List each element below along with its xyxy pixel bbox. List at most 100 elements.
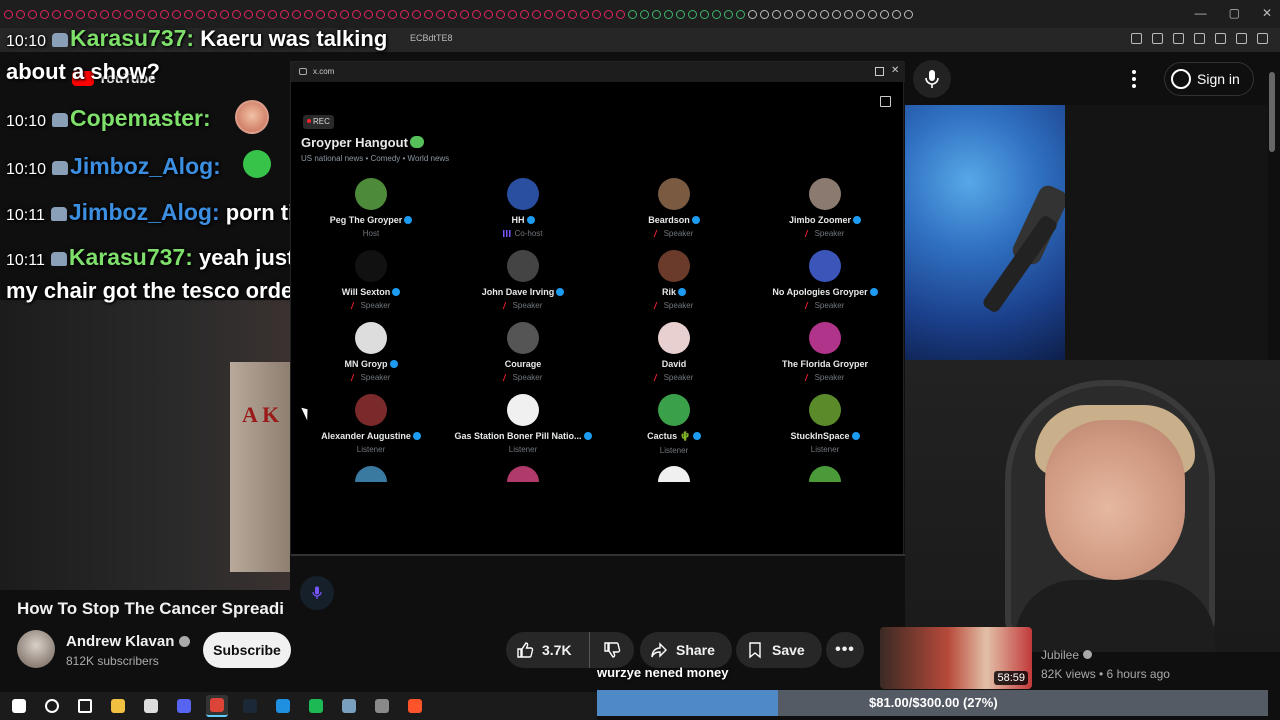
participant-avatar[interactable] — [355, 466, 387, 482]
taskbar-discord-button[interactable] — [173, 695, 195, 717]
browser-tab-favicon[interactable] — [412, 9, 421, 19]
browser-tab-favicon[interactable] — [760, 9, 769, 19]
browser-tab-favicon[interactable] — [700, 9, 709, 19]
browser-tab-favicon[interactable] — [124, 9, 133, 19]
browser-tab-favicon[interactable] — [640, 9, 649, 19]
browser-tab-favicon[interactable] — [220, 9, 229, 19]
browser-tab-favicon[interactable] — [76, 9, 85, 19]
browser-tab-favicon[interactable] — [532, 9, 541, 19]
browser-tab-favicon[interactable] — [784, 9, 793, 19]
participant-avatar[interactable] — [809, 250, 841, 282]
browser-tab-favicon[interactable] — [868, 9, 877, 19]
browser-tab-favicon[interactable] — [64, 9, 73, 19]
browser-tab-favicon[interactable] — [160, 9, 169, 19]
taskbar-search-button[interactable] — [41, 695, 63, 717]
browser-tab-favicon[interactable] — [88, 9, 97, 19]
space-participant[interactable]: Peg The Groyper Host — [296, 178, 446, 238]
browser-tab-favicon[interactable] — [628, 9, 637, 19]
browser-tab-favicon[interactable] — [892, 9, 901, 19]
extension-icon[interactable] — [1257, 33, 1268, 44]
space-participant[interactable]: No Apologies Groyper Speaker — [750, 250, 900, 310]
space-participant[interactable] — [448, 466, 598, 482]
browser-tab-favicon[interactable] — [184, 9, 193, 19]
site-info-icon[interactable] — [299, 68, 307, 75]
browser-tab-favicon[interactable] — [256, 9, 265, 19]
browser-tab-favicon[interactable] — [844, 9, 853, 19]
popup-close-icon[interactable]: ✕ — [891, 65, 899, 76]
extension-icon[interactable] — [1152, 33, 1163, 44]
taskbar-brave-button[interactable] — [404, 695, 426, 717]
save-button[interactable]: Save — [736, 632, 822, 668]
participant-avatar[interactable] — [355, 322, 387, 354]
taskbar-windows-button[interactable] — [8, 695, 30, 717]
channel-name-text[interactable]: Andrew Klavan — [66, 633, 174, 650]
browser-tab-favicon[interactable] — [208, 9, 217, 19]
browser-tab-favicon[interactable] — [736, 9, 745, 19]
browser-tab-favicon[interactable] — [28, 9, 37, 19]
browser-tab-favicon[interactable] — [436, 9, 445, 19]
browser-tab-favicon[interactable] — [604, 9, 613, 19]
participant-avatar[interactable] — [507, 322, 539, 354]
browser-tab-favicon[interactable] — [652, 9, 661, 19]
taskbar-app-button[interactable] — [338, 695, 360, 717]
taskbar-chrome-button[interactable] — [206, 695, 228, 717]
space-mic-button[interactable] — [300, 576, 334, 610]
recommended-channel[interactable]: Jubilee — [1041, 648, 1093, 662]
participant-avatar[interactable] — [355, 250, 387, 282]
space-participant[interactable] — [750, 466, 900, 482]
browser-tab-favicon[interactable] — [400, 9, 409, 19]
browser-tab-favicon[interactable] — [820, 9, 829, 19]
browser-tab-favicon[interactable] — [580, 9, 589, 19]
browser-tab-favicon[interactable] — [424, 9, 433, 19]
browser-tab-favicon[interactable] — [592, 9, 601, 19]
minimize-icon[interactable]: — — [1195, 6, 1207, 20]
space-participant[interactable]: MN Groyp Speaker — [296, 322, 446, 382]
browser-tab-favicon[interactable] — [4, 9, 13, 19]
participant-avatar[interactable] — [809, 322, 841, 354]
browser-tab-favicon[interactable] — [388, 9, 397, 19]
space-participant[interactable]: David Speaker — [599, 322, 749, 382]
browser-tab-favicon[interactable] — [40, 9, 49, 19]
space-participant[interactable]: John Dave Irving Speaker — [448, 250, 598, 310]
browser-tab-favicon[interactable] — [904, 9, 913, 19]
space-participant[interactable]: HH Co-host — [448, 178, 598, 238]
participant-avatar[interactable] — [507, 178, 539, 210]
participant-avatar[interactable] — [355, 178, 387, 210]
taskbar-edge-button[interactable] — [272, 695, 294, 717]
browser-tab-favicon[interactable] — [136, 9, 145, 19]
dislike-button[interactable] — [590, 632, 634, 668]
sign-in-button[interactable]: Sign in — [1164, 62, 1254, 96]
browser-tab-favicon[interactable] — [172, 9, 181, 19]
participant-avatar[interactable] — [658, 466, 690, 482]
browser-tab-favicon[interactable] — [712, 9, 721, 19]
recommended-channel-name[interactable]: Jubilee — [1041, 648, 1079, 662]
browser-tab-favicon[interactable] — [484, 9, 493, 19]
extension-icon[interactable] — [1173, 33, 1184, 44]
channel-name[interactable]: Andrew Klavan — [66, 633, 191, 650]
participant-avatar[interactable] — [658, 178, 690, 210]
taskbar-obs-button[interactable] — [140, 695, 162, 717]
browser-tab-favicon[interactable] — [16, 9, 25, 19]
extension-icon[interactable] — [1215, 33, 1226, 44]
browser-tab-favicon[interactable] — [664, 9, 673, 19]
close-icon[interactable]: ✕ — [1262, 6, 1272, 20]
browser-tab-favicon[interactable] — [232, 9, 241, 19]
browser-tab-favicon[interactable] — [364, 9, 373, 19]
taskbar-spotify-button[interactable] — [305, 695, 327, 717]
browser-tab-favicon[interactable] — [856, 9, 865, 19]
like-button[interactable]: 3.7K — [506, 632, 590, 668]
browser-tab-favicon[interactable] — [748, 9, 757, 19]
participant-avatar[interactable] — [507, 394, 539, 426]
browser-tab-favicon[interactable] — [244, 9, 253, 19]
space-participant[interactable]: The Florida Groyper Speaker — [750, 322, 900, 382]
voice-search-button[interactable] — [913, 60, 951, 98]
browser-tab-favicon[interactable] — [688, 9, 697, 19]
space-participant[interactable]: Alexander Augustine Listener — [296, 394, 446, 454]
browser-tab-favicon[interactable] — [328, 9, 337, 19]
browser-tab-favicon[interactable] — [304, 9, 313, 19]
participant-avatar[interactable] — [507, 250, 539, 282]
browser-tab-favicon[interactable] — [100, 9, 109, 19]
extension-icon[interactable] — [1194, 33, 1205, 44]
space-participant[interactable]: Will Sexton Speaker — [296, 250, 446, 310]
participant-avatar[interactable] — [809, 466, 841, 482]
